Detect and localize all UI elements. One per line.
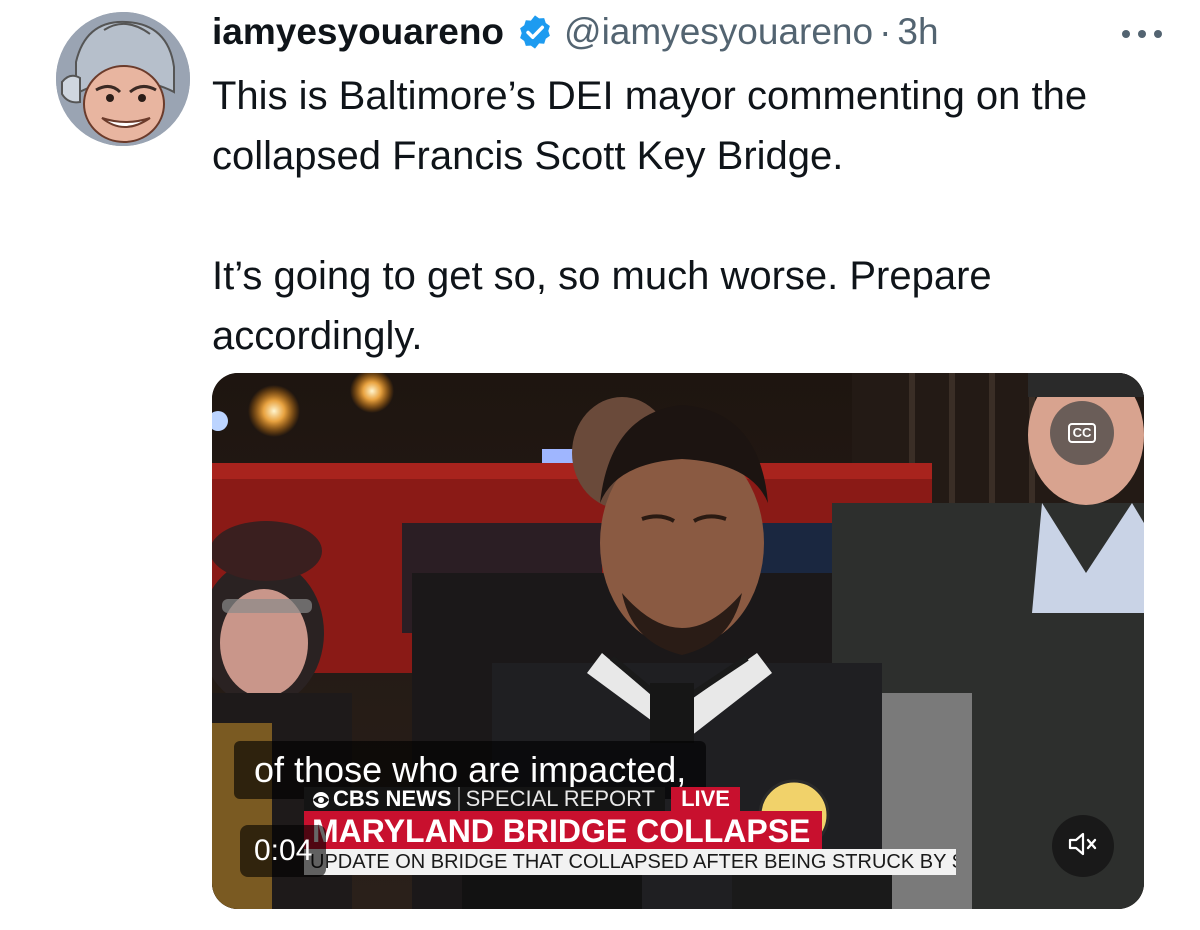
avatar-image: [56, 12, 190, 146]
tweet-paragraph: It’s going to get so, so much worse. Pre…: [212, 254, 992, 358]
verified-badge-icon: [516, 13, 554, 51]
chyron-subheadline: UPDATE ON BRIDGE THAT COLLAPSED AFTER BE…: [304, 849, 956, 875]
tweet-text: This is Baltimore’s DEI mayor commenting…: [212, 66, 1162, 366]
chyron-live-badge: LIVE: [671, 787, 740, 811]
chyron-headline: MARYLAND BRIDGE COLLAPSE: [304, 811, 823, 851]
closed-captions-button[interactable]: CC: [1050, 401, 1114, 465]
tweet-paragraph: This is Baltimore’s DEI mayor commenting…: [212, 74, 1088, 178]
mute-button[interactable]: [1052, 815, 1114, 877]
chyron-brand: CBS NEWS: [333, 786, 452, 811]
volume-muted-icon: [1068, 831, 1098, 862]
tweet-time[interactable]: 3h: [897, 11, 938, 53]
video-timestamp: 0:04: [240, 825, 327, 877]
chyron-top-bar: CBS NEWS SPECIAL REPORT LIVE: [304, 787, 740, 811]
author-handle[interactable]: @iamyesyouareno: [564, 11, 873, 53]
video-player[interactable]: of those who are impacted, CBS NEWS SPEC…: [212, 373, 1144, 909]
author-display-name[interactable]: iamyesyouareno: [212, 11, 504, 53]
meta-separator: ·: [879, 11, 892, 52]
chyron-special-report: SPECIAL REPORT: [457, 787, 666, 811]
cbs-eye-icon: [312, 790, 330, 808]
cc-icon: CC: [1067, 423, 1097, 443]
more-dots-icon[interactable]: [1116, 26, 1168, 42]
author-avatar[interactable]: [56, 12, 190, 146]
cbs-news-logo: CBS NEWS: [304, 787, 458, 811]
tweet-header: iamyesyouareno @iamyesyouareno · 3h: [212, 4, 1172, 60]
